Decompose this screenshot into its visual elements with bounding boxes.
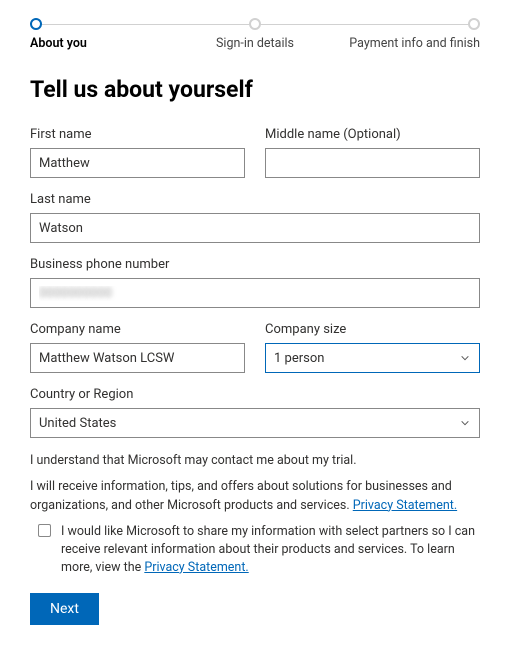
country-value: United States — [39, 416, 116, 431]
last-name-input[interactable] — [30, 213, 480, 243]
info-text-1: I understand that Microsoft may contact … — [30, 452, 480, 470]
chevron-down-icon — [459, 352, 471, 364]
middle-name-label: Middle name (Optional) — [265, 127, 480, 142]
partner-share-text: I would like Microsoft to share my infor… — [61, 523, 480, 577]
country-field: Country or Region United States — [30, 387, 480, 438]
step-circle-icon — [468, 18, 480, 30]
partner-share-text-a: I would like Microsoft to share my infor… — [61, 524, 475, 575]
step-circle-icon — [30, 18, 42, 30]
first-name-label: First name — [30, 127, 245, 142]
company-name-field: Company name — [30, 322, 245, 373]
last-name-field: Last name — [30, 192, 480, 243]
company-name-label: Company name — [30, 322, 245, 337]
phone-field: Business phone number — [30, 257, 480, 308]
phone-input[interactable] — [30, 278, 480, 308]
company-name-input[interactable] — [30, 343, 245, 373]
company-size-field: Company size 1 person — [265, 322, 480, 373]
info-text-2: I will receive information, tips, and of… — [30, 478, 480, 514]
step-label: Payment info and finish — [349, 36, 480, 52]
next-button[interactable]: Next — [30, 593, 99, 625]
middle-name-input[interactable] — [265, 148, 480, 178]
last-name-label: Last name — [30, 192, 480, 207]
privacy-statement-link[interactable]: Privacy Statement. — [353, 498, 457, 513]
first-name-input[interactable] — [30, 148, 245, 178]
first-name-field: First name — [30, 127, 245, 178]
step-sign-in-details: Sign-in details — [181, 18, 330, 52]
step-payment-info: Payment info and finish — [332, 18, 481, 52]
country-label: Country or Region — [30, 387, 480, 402]
country-select[interactable]: United States — [30, 408, 480, 438]
phone-label: Business phone number — [30, 257, 480, 272]
step-about-you: About you — [30, 18, 179, 52]
chevron-down-icon — [459, 417, 471, 429]
step-circle-icon — [249, 18, 261, 30]
page-title: Tell us about yourself — [30, 76, 480, 103]
progress-tracker: About you Sign-in details Payment info a… — [30, 18, 480, 52]
step-label: Sign-in details — [216, 36, 294, 52]
step-label: About you — [30, 36, 87, 52]
middle-name-field: Middle name (Optional) — [265, 127, 480, 178]
privacy-statement-link-2[interactable]: Privacy Statement. — [144, 560, 248, 575]
company-size-value: 1 person — [274, 351, 324, 366]
company-size-select[interactable]: 1 person — [265, 343, 480, 373]
partner-share-row: I would like Microsoft to share my infor… — [38, 523, 480, 577]
partner-share-checkbox[interactable] — [38, 524, 51, 537]
company-size-label: Company size — [265, 322, 480, 337]
